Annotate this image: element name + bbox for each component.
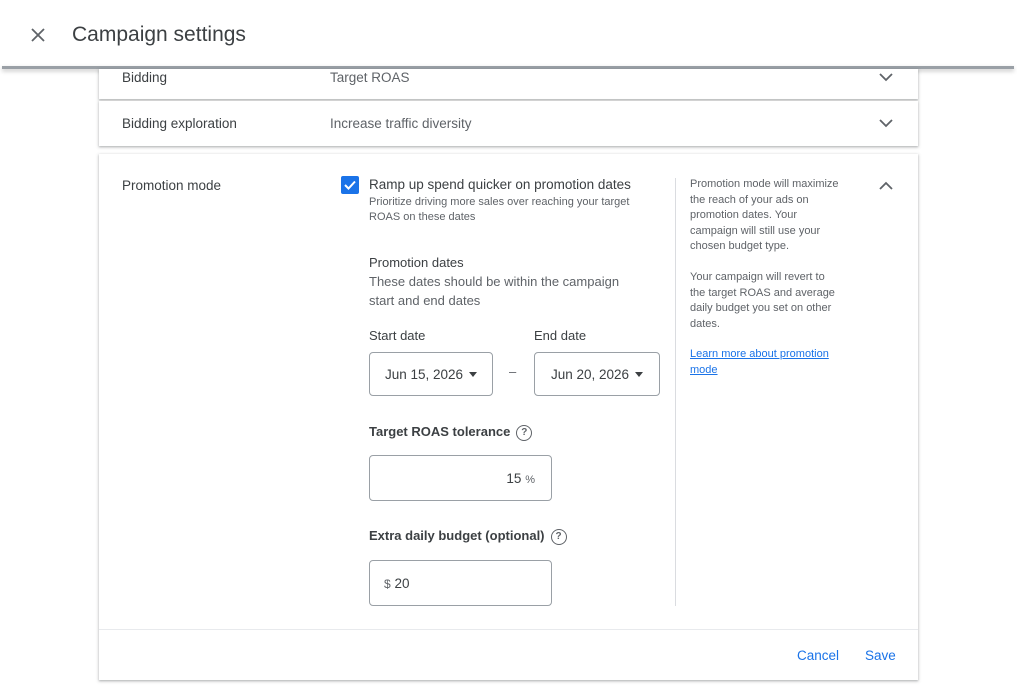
help-line: promotion dates. Your xyxy=(690,209,798,221)
help-line: Your campaign will revert to xyxy=(690,271,825,283)
promotion-checkbox[interactable] xyxy=(341,176,359,194)
help-paragraph-1: Promotion mode will maximize the reach o… xyxy=(690,177,839,255)
promotion-mode-label: Promotion mode xyxy=(122,178,222,193)
bidding-exploration-label: Bidding exploration xyxy=(122,116,237,131)
learn-more-link[interactable]: Learn more about promotion mode xyxy=(690,347,829,378)
extra-budget-label: Extra daily budget (optional)? xyxy=(369,528,567,545)
learn-more-line[interactable]: Learn more about promotion xyxy=(690,347,829,363)
end-date-picker[interactable]: Jun 20, 2026 xyxy=(534,352,660,396)
bidding-exploration-row[interactable]: Bidding exploration Increase traffic div… xyxy=(99,101,918,146)
extra-budget-value: 20 xyxy=(394,576,410,591)
help-line: chosen budget type. xyxy=(690,240,790,252)
roas-tolerance-text: Target ROAS tolerance xyxy=(369,424,511,439)
header-bar: Campaign settings xyxy=(0,0,1017,68)
currency-symbol: $ xyxy=(384,577,391,591)
save-button[interactable]: Save xyxy=(865,648,896,663)
roas-tolerance-value-wrap: 15 % xyxy=(506,471,535,486)
help-line: campaign will still use your xyxy=(690,224,821,237)
extra-budget-value-wrap: $ 20 xyxy=(384,576,409,591)
close-icon xyxy=(31,28,45,42)
roas-tolerance-label: Target ROAS tolerance? xyxy=(369,424,533,441)
page-title: Campaign settings xyxy=(72,23,246,46)
start-date-value: Jun 15, 2026 xyxy=(384,366,464,382)
bidding-row[interactable]: Bidding Target ROAS xyxy=(99,69,918,99)
end-date-label: End date xyxy=(534,328,587,343)
help-line: Promotion mode will maximize xyxy=(690,178,839,190)
promotion-checkbox-label[interactable]: Ramp up spend quicker on promotion dates xyxy=(369,177,631,192)
dropdown-arrow-icon xyxy=(635,371,644,377)
promotion-checkbox-description-1: Prioritize driving more sales over reach… xyxy=(369,196,630,208)
start-date-picker[interactable]: Jun 15, 2026 xyxy=(369,352,493,396)
help-line: the target ROAS and average xyxy=(690,286,835,299)
chevron-down-icon xyxy=(879,118,893,127)
extra-budget-input[interactable]: $ 20 xyxy=(369,560,552,606)
help-circle-icon[interactable]: ? xyxy=(516,424,533,441)
chevron-up-icon xyxy=(879,181,893,190)
chevron-down-icon xyxy=(879,72,893,81)
cancel-button[interactable]: Cancel xyxy=(797,648,839,663)
extra-budget-text: Extra daily budget (optional) xyxy=(369,528,545,543)
end-date-value: Jun 20, 2026 xyxy=(550,366,630,382)
percent-unit: % xyxy=(525,474,535,486)
bidding-expand-button[interactable] xyxy=(876,67,896,87)
help-line: daily budget you set on other xyxy=(690,302,832,314)
promotion-dates-hint-1: These dates should be within the campaig… xyxy=(369,274,620,289)
roas-tolerance-input[interactable]: 15 % xyxy=(369,455,552,501)
checkmark-icon xyxy=(344,180,356,190)
dropdown-arrow-icon xyxy=(469,371,478,377)
promotion-checkbox-description-2: ROAS on these dates xyxy=(369,211,476,223)
date-separator: – xyxy=(509,364,517,379)
promotion-dates-hint-2: start and end dates xyxy=(369,293,481,308)
bidding-label: Bidding xyxy=(122,70,168,85)
promotion-collapse-button[interactable] xyxy=(876,175,896,195)
roas-tolerance-value: 15 xyxy=(506,471,522,486)
footer-divider xyxy=(99,629,918,630)
close-button[interactable] xyxy=(25,22,51,48)
promotion-mode-panel: Promotion mode Ramp up spend quicker on … xyxy=(99,154,918,680)
promotion-dates-heading: Promotion dates xyxy=(369,255,464,270)
learn-more-line[interactable]: mode xyxy=(690,363,829,379)
bidding-value: Target ROAS xyxy=(330,70,410,85)
help-paragraph-2: Your campaign will revert to the target … xyxy=(690,270,835,332)
help-circle-icon[interactable]: ? xyxy=(550,528,567,545)
vertical-divider xyxy=(675,178,676,606)
bidding-exploration-expand-button[interactable] xyxy=(876,113,896,133)
help-line: dates. xyxy=(690,317,720,330)
help-line: the reach of your ads on xyxy=(690,193,809,206)
start-date-label: Start date xyxy=(369,328,426,343)
bidding-exploration-value: Increase traffic diversity xyxy=(330,116,472,131)
